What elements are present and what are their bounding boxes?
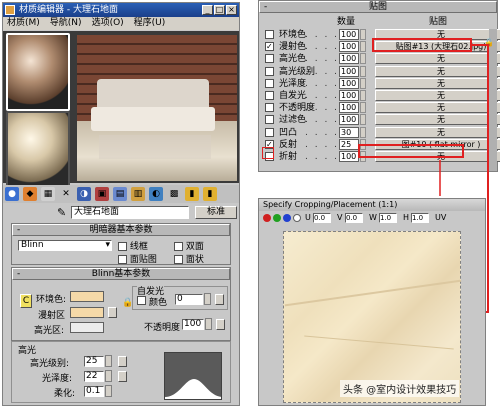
alpha-channel-icon[interactable] <box>293 214 301 222</box>
u-field[interactable]: 0.0 <box>313 213 331 223</box>
marble-texture-preview[interactable] <box>283 231 462 403</box>
blue-channel-icon[interactable] <box>283 214 291 222</box>
w-label: W <box>369 213 377 222</box>
uv-label: UV <box>435 213 447 222</box>
cropping-title: Specify Cropping/Placement (1:1) <box>263 200 398 209</box>
h-label: H <box>403 213 410 222</box>
green-channel-icon[interactable] <box>273 214 281 222</box>
marble-vein-2 <box>304 335 454 350</box>
u-label: U <box>305 213 311 222</box>
u-value: 0.0 <box>314 214 326 222</box>
h-value: 1.0 <box>412 214 424 222</box>
marble-vein-1 <box>284 279 462 307</box>
w-value: 1.0 <box>380 214 392 222</box>
watermark-text: 头条 @室内设计效果技巧 <box>343 385 457 396</box>
watermark: 头条 @室内设计效果技巧 <box>340 380 460 397</box>
cropping-toolbar: U 0.0 V 0.0 W 1.0 H 1.0 UV <box>259 212 487 226</box>
cropping-titlebar[interactable]: Specify Cropping/Placement (1:1) <box>259 199 485 211</box>
cropping-window: Specify Cropping/Placement (1:1) U 0.0 V… <box>258 198 486 406</box>
v-field[interactable]: 0.0 <box>345 213 363 223</box>
red-channel-icon[interactable] <box>263 214 271 222</box>
w-field[interactable]: 1.0 <box>379 213 397 223</box>
v-label: V <box>337 213 343 222</box>
v-value: 0.0 <box>346 214 358 222</box>
h-field[interactable]: 1.0 <box>411 213 429 223</box>
